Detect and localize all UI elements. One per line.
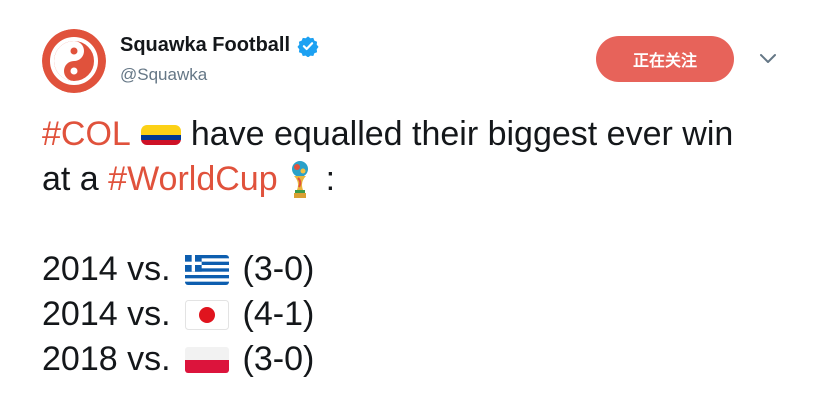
tweet-author: Squawka Football @Squawka (120, 34, 319, 85)
author-name[interactable]: Squawka Football (120, 34, 290, 57)
colombia-flag-icon (140, 124, 181, 145)
result-row: 2018 vs. (3-0) (42, 337, 802, 382)
squawka-logo-icon (42, 29, 106, 93)
tweet-line-1: #COL have equalled their biggest ever wi… (42, 112, 802, 157)
result-score: (4-1) (242, 295, 315, 333)
author-handle[interactable]: @Squawka (120, 65, 319, 85)
result-row: 2014 vs. (4-1) (42, 292, 802, 337)
author-name-row: Squawka Football (120, 34, 319, 57)
following-button-label: 正在关注 (632, 51, 697, 70)
result-score: (3-0) (242, 250, 315, 288)
result-year-vs: 2014 vs. (42, 250, 171, 288)
chevron-down-icon[interactable] (757, 50, 779, 66)
tweet-text: #COL have equalled their biggest ever wi… (42, 112, 802, 382)
result-row: 2014 vs. (3-0) (42, 247, 802, 292)
greece-flag-icon (184, 254, 229, 285)
result-year-vs: 2018 vs. (42, 340, 171, 378)
following-button[interactable]: 正在关注 (596, 36, 734, 82)
hashtag-worldcup[interactable]: #WorldCup (108, 157, 277, 202)
hashtag-col[interactable]: #COL (42, 112, 131, 157)
world-cup-trophy-icon (291, 160, 308, 198)
tweet-line-2-suffix: : (325, 160, 336, 198)
poland-flag-icon (184, 346, 229, 373)
result-year-vs: 2014 vs. (42, 295, 171, 333)
avatar[interactable] (42, 29, 106, 93)
result-score: (3-0) (242, 340, 315, 378)
verified-badge-icon (297, 35, 319, 57)
tweet-line-2-prefix: at a (42, 160, 109, 198)
tweet-line-1-text: have equalled their biggest ever win (190, 115, 734, 153)
japan-flag-icon (184, 299, 229, 330)
tweet-line-2: at a #WorldCup : (42, 157, 802, 202)
